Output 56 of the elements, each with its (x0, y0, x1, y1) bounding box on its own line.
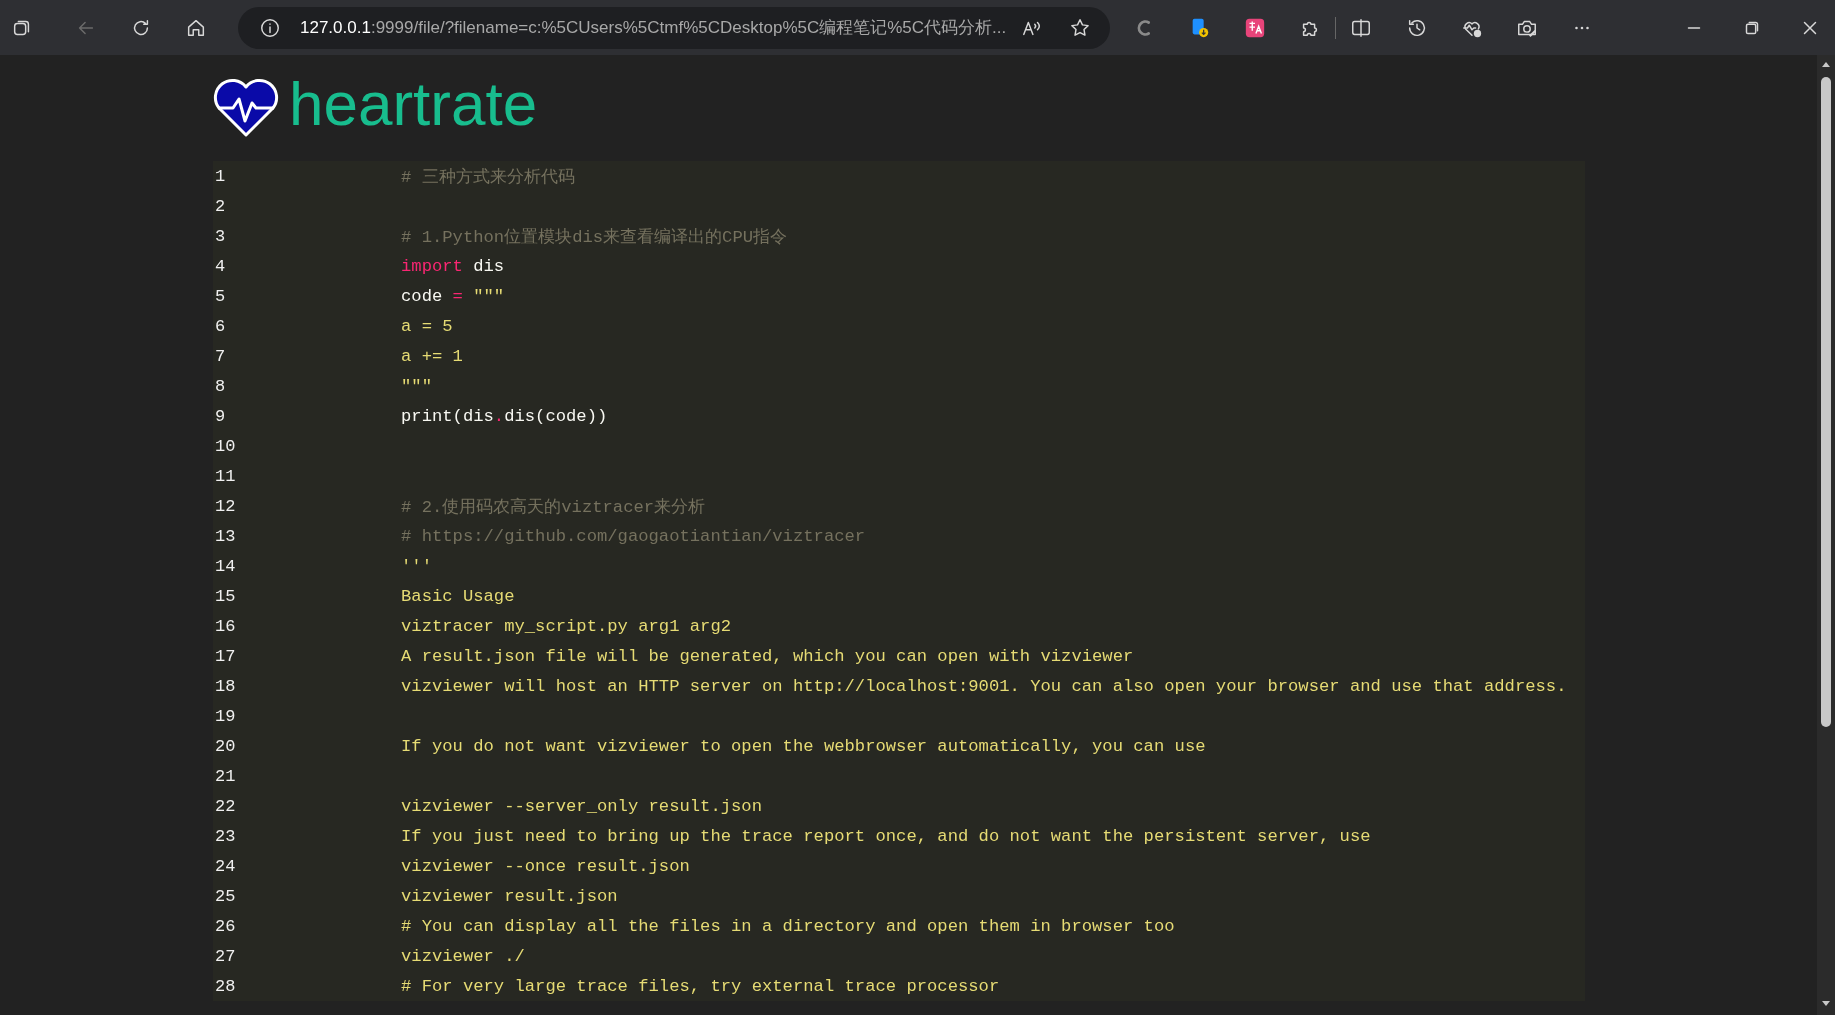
line-number: 5 (214, 286, 226, 306)
line-number: 27 (214, 946, 236, 966)
line-number: 9 (214, 406, 226, 426)
line-number: 24 (214, 856, 236, 876)
code-line: print(dis.dis(code)) (401, 406, 608, 426)
line-number: 14 (214, 556, 236, 576)
line-number: 6 (214, 316, 226, 336)
scrollbar[interactable] (1817, 55, 1835, 1015)
line-number: 12 (214, 496, 236, 516)
line-number: 26 (214, 916, 236, 936)
line-number: 10 (214, 436, 236, 456)
code-line: vizviewer --server_only result.json (401, 796, 762, 816)
code-line: viztracer my_script.py arg1 arg2 (401, 616, 732, 636)
code-line: If you do not want vizviewer to open the webbrowser automatically, you can use (401, 736, 1206, 756)
line-number: 3 (214, 226, 226, 246)
address-bar[interactable]: 127.0.0.1:9999/file/?filename=c:%5CUsers%5Ctmf%5CDesktop%5C编程笔记%5C代码分析... (238, 6, 1110, 49)
line-number: 17 (214, 646, 236, 666)
code-line: Basic Usage (401, 586, 515, 606)
code-line: # 三种方式来分析代码 (401, 167, 575, 188)
code-line: # 1.Python位置模块dis来查看编译出的CPU指令 (401, 227, 788, 248)
url-text: 127.0.0.1:9999/file/?filename=c:%5CUsers%5Ctmf%5CDesktop%5C编程笔记%5C代码分析... (300, 17, 1008, 39)
code-line: vizviewer --once result.json (401, 856, 690, 876)
code-line: ''' (401, 556, 432, 576)
code-line: vizviewer will host an HTTP server on http://localhost:9001. You can also open your browser and use that address. (401, 676, 1567, 696)
line-number: 20 (214, 736, 236, 756)
line-number: 11 (214, 466, 236, 486)
code-line: vizviewer ./ (401, 946, 525, 966)
line-number: 1 (214, 166, 226, 186)
code-line: If you just need to bring up the trace report once, and do not want the persistent server, use (401, 826, 1371, 846)
line-number: 4 (214, 256, 226, 276)
line-number: 8 (214, 376, 226, 396)
line-number: 16 (214, 616, 236, 636)
code-line: # https://github.com/gaogaotiantian/viztracer (401, 526, 866, 546)
code-line: """ (401, 376, 432, 396)
code-line: # For very large trace files, try external trace processor (401, 976, 1000, 996)
logo-title: heartrate (289, 73, 538, 140)
line-number: 7 (214, 346, 226, 366)
line-number: 25 (214, 886, 236, 906)
line-number: 19 (214, 706, 236, 726)
code-line: a = 5 (401, 316, 453, 336)
line-number: 23 (214, 826, 236, 846)
line-number: 2 (214, 196, 226, 216)
line-number: 15 (214, 586, 236, 606)
heart-pulse-logo-icon (213, 77, 279, 139)
code-line: # 2.使用码农高天的viztracer来分析 (401, 496, 706, 518)
line-number: 28 (214, 976, 236, 996)
line-number: 21 (214, 766, 236, 786)
line-number: 22 (214, 796, 236, 816)
code-line: a += 1 (401, 346, 463, 366)
line-number: 18 (214, 676, 236, 696)
code-line: code = """ (401, 286, 505, 306)
code-line: # You can display all the files in a directory and open them in browser too (401, 916, 1175, 936)
code-line: A result.json file will be generated, which you can open with vizviewer (401, 646, 1134, 666)
line-number: 13 (214, 526, 236, 546)
code-line: import dis (401, 256, 505, 276)
code-line: vizviewer result.json (401, 886, 618, 906)
